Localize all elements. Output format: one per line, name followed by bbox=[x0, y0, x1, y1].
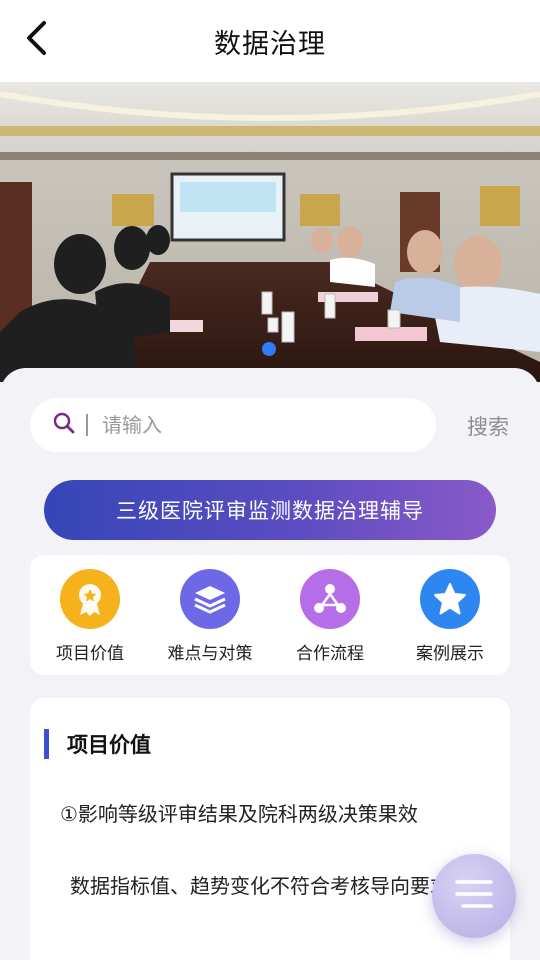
search-icon bbox=[52, 411, 76, 439]
back-button[interactable] bbox=[14, 18, 58, 62]
section-header: 项目价值 bbox=[44, 729, 151, 759]
feature-label: 项目价值 bbox=[56, 644, 124, 664]
feature-project-value[interactable]: 项目价值 bbox=[35, 569, 145, 664]
back-arrow-icon bbox=[24, 20, 48, 60]
feature-label: 案例展示 bbox=[416, 644, 484, 664]
program-banner-button[interactable]: 三级医院评审监测数据治理辅导 bbox=[44, 480, 496, 540]
feature-cooperation-process[interactable]: 合作流程 bbox=[275, 569, 385, 664]
feature-grid: 项目价值 难点与对策 合作流程 案例展示 bbox=[30, 555, 510, 675]
project-value-card: 项目价值 ①影响等级评审结果及院科两级决策果效 数据指标值、趋势变化不符合考核导… bbox=[30, 698, 510, 960]
award-medal-icon bbox=[60, 569, 120, 629]
search-input[interactable] bbox=[102, 413, 402, 437]
feature-label: 合作流程 bbox=[296, 644, 364, 664]
value-point-1: ①影响等级评审结果及院科两级决策果效 bbox=[60, 802, 418, 826]
banner-carousel[interactable] bbox=[0, 82, 540, 382]
meeting-photo bbox=[0, 82, 540, 382]
search-bar[interactable] bbox=[30, 398, 436, 452]
value-point-2: 数据指标值、趋势变化不符合考核导向要求 bbox=[70, 874, 450, 898]
top-bar: 数据治理 bbox=[0, 0, 540, 82]
share-nodes-icon bbox=[300, 569, 360, 629]
search-divider bbox=[86, 414, 88, 436]
search-button[interactable]: 搜索 bbox=[456, 408, 520, 444]
hamburger-menu-icon bbox=[454, 878, 494, 914]
section-title: 项目价值 bbox=[67, 733, 151, 757]
page-title: 数据治理 bbox=[214, 28, 326, 60]
section-accent-bar bbox=[44, 729, 49, 759]
layers-icon bbox=[180, 569, 240, 629]
feature-label: 难点与对策 bbox=[167, 644, 253, 664]
star-icon bbox=[420, 569, 480, 629]
feature-case-showcase[interactable]: 案例展示 bbox=[395, 569, 505, 664]
feature-difficulties[interactable]: 难点与对策 bbox=[155, 569, 265, 664]
carousel-dot-active[interactable] bbox=[262, 342, 276, 356]
menu-fab-button[interactable] bbox=[432, 854, 516, 938]
